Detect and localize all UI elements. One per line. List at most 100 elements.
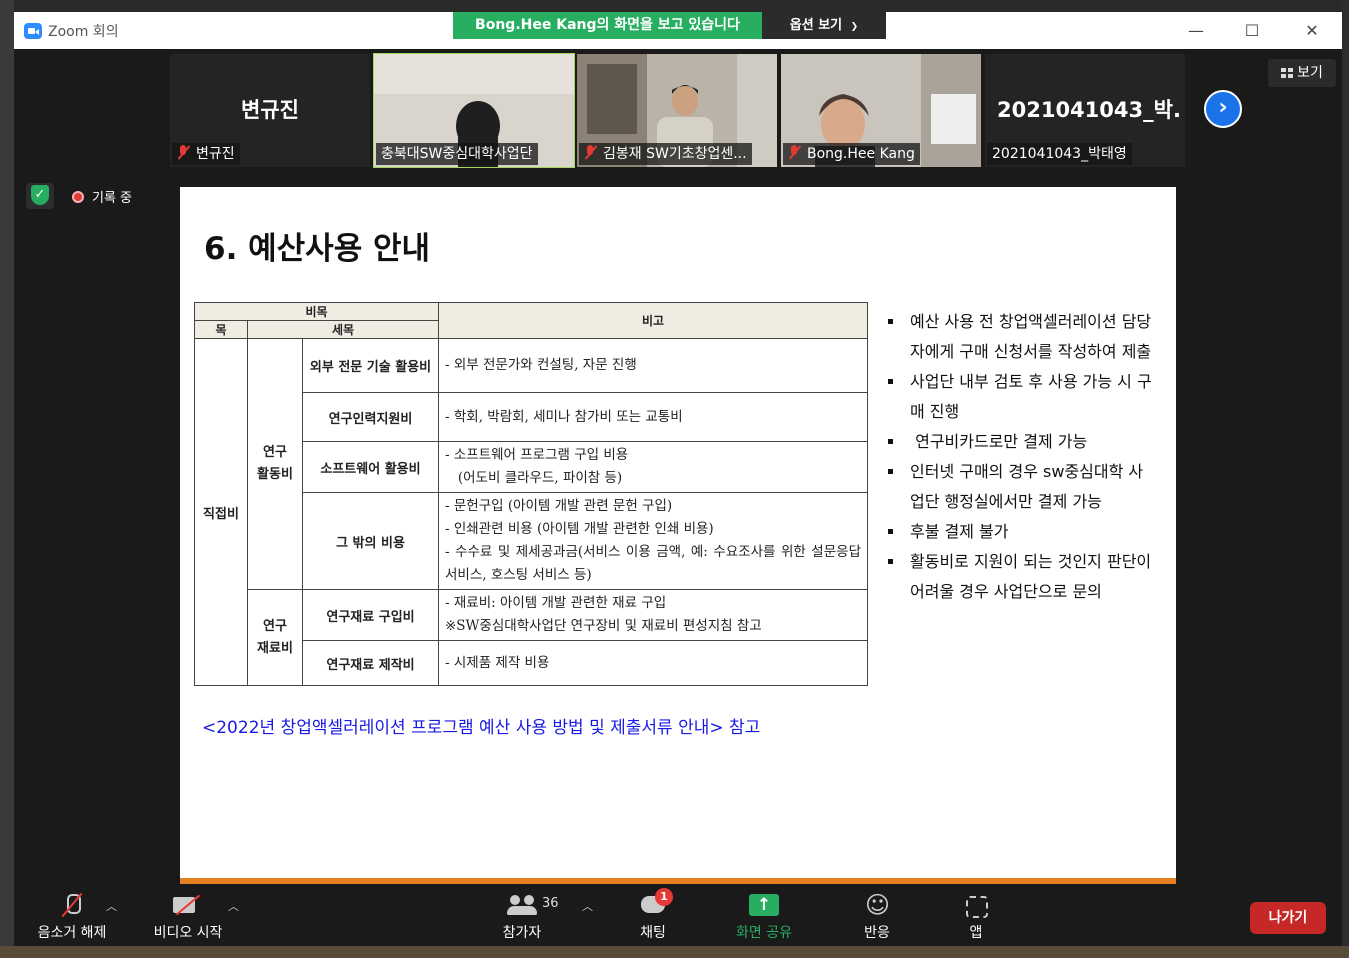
list-item: 인터넷 구매의 경우 sw중심대학 사업단 행정실에서만 결제 가능 [886,457,1156,517]
list-item: 예산 사용 전 창업액셀러레이션 담당자에게 구매 신청서를 작성하여 제출 [886,307,1156,367]
close-icon: ✕ [1305,21,1319,40]
table-subitem: 연구재료 제작비 [302,640,439,686]
table-header-subitem: 세목 [247,320,439,339]
participant-label: 2021041043_박태영 [987,143,1132,165]
table-subitem: 외부 전문 기술 활용비 [302,338,439,393]
audio-options-caret[interactable]: ︿ [106,898,117,914]
chevron-right-icon: › [1218,95,1228,120]
list-item: 활동비로 지원이 되는 것인지 판단이 어려울 경우 사업단으로 문의 [886,547,1156,607]
note-line: (어도비 클라우드, 파이참 등) [445,470,623,486]
reaction-smiley-icon [863,890,891,920]
table-header-note: 비고 [438,302,868,339]
view-options-button[interactable]: 옵션 보기 ❯ [762,12,886,39]
desktop-background-right [1341,0,1349,958]
list-item: 연구비카드로만 결제 가능 [886,427,1156,457]
close-button[interactable]: ✕ [1292,18,1332,44]
view-button[interactable]: 보기 [1268,59,1336,87]
table-note: - 문헌구입 (아이템 개발 관련 문헌 구입) - 인쇄관련 비용 (아이템 … [438,492,868,590]
screen-share-banner: Bong.Hee Kang의 화면을 보고 있습니다 [453,12,762,39]
gallery-next-page-button[interactable]: › [1204,90,1242,128]
table-group-activity: 연구 활동비 [247,338,303,590]
desktop-background [0,0,14,958]
title-bar: Zoom 회의 Bong.Hee Kang의 화면을 보고 있습니다 옵션 보기… [14,12,1342,49]
participant-tile[interactable]: 김봉재 SW기초창업센... [577,54,777,167]
table-note: - 재료비: 아이템 개발 관련한 재료 구입 ※SW중심대학사업단 연구장비 … [438,589,868,641]
chevron-down-icon: ❯ [850,22,859,32]
list-item: 후불 결제 불가 [886,517,1156,547]
mic-muted-icon [584,145,597,160]
share-screen-label: 화면 공유 [736,925,792,941]
security-shield-icon[interactable] [26,183,54,209]
chevron-up-icon: ︿ [106,900,117,913]
participants-options-caret[interactable]: ︿ [582,898,593,914]
share-screen-button[interactable]: 화면 공유 [726,890,802,942]
maximize-button[interactable]: ☐ [1232,18,1272,44]
maximize-icon: ☐ [1244,21,1260,40]
minimize-icon: — [1188,21,1204,40]
chevron-up-icon: ︿ [228,900,239,913]
participant-display-name: 변규진 [241,98,299,122]
table-group-material: 연구 재료비 [247,589,303,686]
note-line: - 인쇄관련 비용 (아이템 개발 관련한 인쇄 비용) [445,521,714,537]
participant-display-name: 2021041043_박... [997,98,1182,122]
recording-indicator[interactable]: 기록 중 [72,187,132,206]
leave-meeting-button[interactable]: 나가기 [1250,902,1326,934]
unmute-label: 음소거 해제 [37,925,107,941]
participant-label: Bong.Hee Kang [783,143,920,165]
note-line: ※SW중심대학사업단 연구장비 및 재료비 편성지침 참고 [445,618,762,634]
participant-tile-active-speaker[interactable]: 충북대SW중심대학사업단 [373,53,575,168]
participant-name: Bong.Hee Kang [807,146,915,162]
participant-tile[interactable]: Bong.Hee Kang [781,54,981,167]
table-row: 연구 재료비 연구재료 구입비 - 재료비: 아이템 개발 관련한 재료 구입 … [195,589,868,686]
table-note: - 학회, 박람회, 세미나 참가비 또는 교통비 [438,392,868,442]
participant-name: 충북대SW중심대학사업단 [381,146,533,162]
participant-name: 김봉재 SW기초창업센... [603,146,747,162]
video-off-icon [171,890,205,920]
slide-bullet-list: 예산 사용 전 창업액셀러레이션 담당자에게 구매 신청서를 작성하여 제출 사… [886,307,1156,607]
table-subitem: 소프트웨어 활용비 [302,441,439,493]
chevron-up-icon: ︿ [582,900,593,913]
note-line: - 수수료 및 제세공과금(서비스 이용 금액, 예: 수요조사를 위한 설문응… [445,544,861,583]
video-options-caret[interactable]: ︿ [228,898,239,914]
unmute-button[interactable]: 음소거 해제 [32,890,112,942]
table-header-group: 비목 [194,302,439,321]
note-line: - 재료비: 아이템 개발 관련한 재료 구입 [445,595,667,611]
participant-tile[interactable]: 2021041043_박... 2021041043_박태영 [985,54,1185,167]
note-line: - 소프트웨어 프로그램 구입 비용 [445,447,629,463]
apps-icon [964,890,988,920]
table-header-item: 목 [194,320,248,339]
chat-button[interactable]: 1 채팅 [628,888,678,942]
share-screen-icon [749,890,779,920]
participants-label: 참가자 [502,925,542,941]
slide-title: 6. 예산사용 안내 [204,231,431,267]
mic-muted-icon [177,145,190,160]
note-line: - 학회, 박람회, 세미나 참가비 또는 교통비 [445,408,683,425]
share-banner-text: 의 화면을 보고 있습니다 [596,17,740,33]
apps-button[interactable]: 앱 [951,890,1001,942]
participant-name: 변규진 [196,146,235,162]
table-note: - 소프트웨어 프로그램 구입 비용 (어도비 클라우드, 파이참 등) [438,441,868,493]
participant-tile[interactable]: 변규진 변규진 [170,54,370,167]
chat-unread-badge: 1 [655,888,673,906]
mic-muted-icon [61,890,83,920]
table-note: - 시제품 제작 비용 [438,640,868,686]
note-line: - 외부 전문가와 컨설팅, 자문 진행 [445,357,637,373]
participant-label: 충북대SW중심대학사업단 [376,143,538,165]
mic-muted-icon [788,145,801,160]
recording-dot-icon [72,191,84,203]
minimize-button[interactable]: — [1176,18,1216,44]
shared-screen-slide: 6. 예산사용 안내 비목 비고 목 세목 직접비 연구 활동비 외부 전문 기… [180,187,1176,884]
budget-table: 비목 비고 목 세목 직접비 연구 활동비 외부 전문 기술 활용비 - 외부 … [194,302,868,686]
table-subitem: 그 밖의 비용 [302,492,439,590]
gallery-grid-icon [1281,68,1294,78]
start-video-button[interactable]: 비디오 시작 [148,890,228,942]
table-row: 직접비 연구 활동비 외부 전문 기술 활용비 - 외부 전문가와 컨설팅, 자… [194,338,868,686]
table-note: - 외부 전문가와 컨설팅, 자문 진행 [438,338,868,393]
start-video-label: 비디오 시작 [153,925,223,941]
table-category: 직접비 [194,338,248,686]
view-options-label: 옵션 보기 [789,18,843,33]
reactions-button[interactable]: 반응 [852,890,902,942]
participants-icon [507,890,537,920]
chat-label: 채팅 [640,925,666,941]
desktop-taskbar-edge [0,946,1349,958]
